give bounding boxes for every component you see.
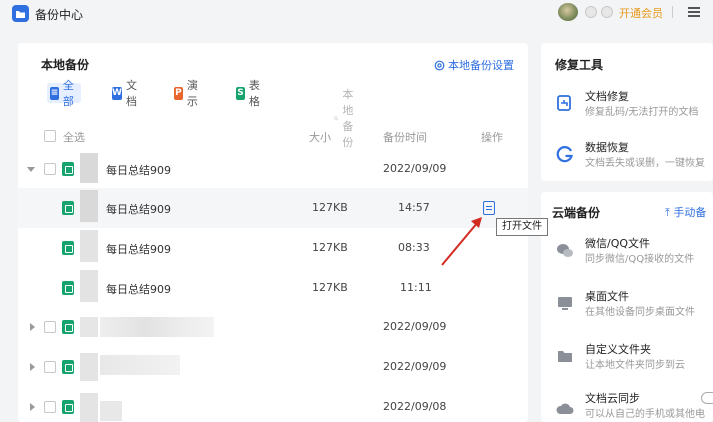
annotation-arrow bbox=[441, 217, 482, 266]
